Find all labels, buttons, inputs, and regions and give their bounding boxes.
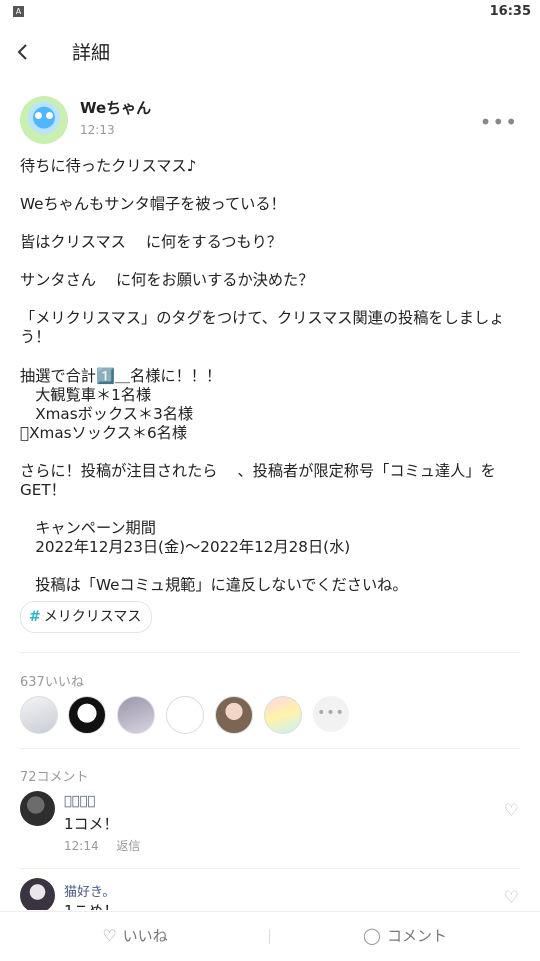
post-time: 12:13	[80, 123, 115, 137]
a-icon: A	[13, 6, 24, 17]
like-button[interactable]: ♡ いいね	[0, 912, 270, 961]
comment-author[interactable]: 猫好き。	[64, 881, 115, 900]
comment-meta: 12:14 返信	[64, 837, 140, 854]
divider	[20, 868, 520, 869]
avatar[interactable]	[20, 878, 55, 910]
comment-button[interactable]: ◯ コメント	[270, 912, 540, 961]
post-paragraph: 抽選で合計1️⃣＿名様に！！！ 大観覧車＊1名様 Xmasボックス＊3名様 􀀀X…	[20, 367, 222, 442]
avatar[interactable]	[68, 696, 106, 734]
heart-icon[interactable]: ♡	[504, 801, 519, 821]
avatar[interactable]	[117, 696, 155, 734]
page-title: 詳細	[72, 42, 111, 64]
post-paragraph: 待ちに待ったクリスマス♪	[20, 157, 197, 175]
heart-icon: ♡	[102, 926, 117, 945]
heart-icon[interactable]: ♡	[504, 888, 519, 908]
like-label: いいね	[122, 927, 168, 945]
avatar[interactable]	[215, 696, 253, 734]
bottom-action-bar: ♡ いいね ◯ コメント	[0, 911, 540, 961]
header: 詳細	[0, 26, 540, 78]
hash-icon: #	[29, 609, 41, 625]
avatar[interactable]	[264, 696, 302, 734]
comment-text: 1コメ！	[64, 815, 119, 833]
status-bar: A 16:35	[0, 0, 540, 26]
comment-bubble-icon: ◯	[363, 926, 381, 945]
avatar[interactable]	[20, 696, 58, 734]
divider	[20, 652, 520, 653]
avatar[interactable]	[20, 96, 68, 144]
comment-text: 1こめ！	[64, 900, 119, 910]
hashtag-chip[interactable]: # メリクリスマス	[20, 601, 153, 633]
post-paragraph: サンタさん に何をお願いするか決めた？	[20, 271, 314, 289]
post-paragraph: Weちゃんもサンタ帽子を被っている！	[20, 195, 286, 213]
likes-count[interactable]: 637いいね	[20, 671, 84, 690]
status-time: 16:35	[489, 4, 531, 19]
comments-count: 72コメント	[20, 770, 89, 785]
more-dots-icon[interactable]: •••	[313, 696, 349, 732]
author-name[interactable]: Weちゃん	[80, 97, 151, 118]
post-paragraph: 「メリクリスマス」のタグをつけて、クリスマス関連の投稿をしましょう！	[20, 309, 505, 346]
avatar[interactable]	[166, 696, 204, 734]
more-dots-icon[interactable]: •••	[480, 110, 518, 134]
post-paragraph: さらに！投稿が注目されたら 、投稿者が限定称号「コミュ達人」をGET！	[20, 462, 496, 499]
avatar[interactable]	[20, 791, 55, 826]
post-paragraph: 投稿は「Weコミュ規範」に違反しないでくださいね。	[20, 576, 408, 594]
post-author: Weちゃん 12:13 •••	[20, 96, 520, 146]
post-paragraph: 皆はクリスマス に何をするつもり？	[20, 233, 282, 251]
divider	[20, 748, 520, 749]
comment-label: コメント	[386, 927, 447, 945]
post-paragraph: キャンペーン期間 2022年12月23日(金)〜2022年12月28日(水)	[35, 519, 351, 556]
reply-button[interactable]: 返信	[116, 839, 140, 853]
comment-item: 􀀀􀀀􀀀􀀀 1コメ！ 12:14 返信 ♡	[20, 791, 525, 861]
comment-item: 猫好き。 1こめ！ ♡	[20, 878, 525, 910]
back-arrow-icon[interactable]	[14, 40, 34, 64]
hashtag-label: メリクリスマス	[43, 609, 142, 625]
comment-author[interactable]: 􀀀􀀀􀀀􀀀	[64, 794, 95, 809]
comment-time: 12:14	[64, 839, 99, 853]
